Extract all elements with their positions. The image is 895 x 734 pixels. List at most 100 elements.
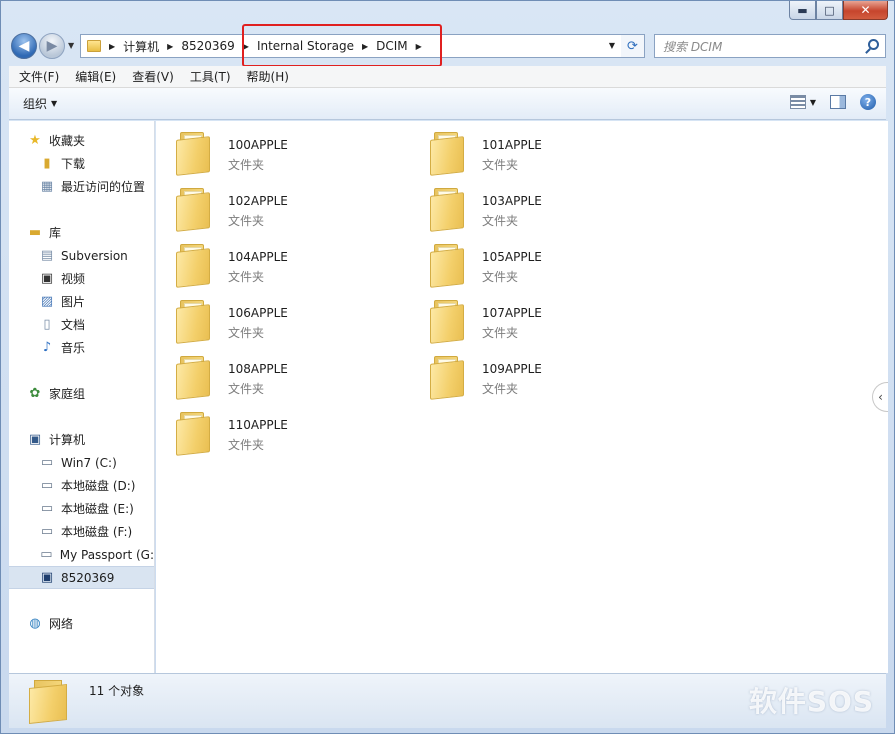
breadcrumb-computer[interactable]: 计算机 [123, 38, 159, 55]
nav-label: 本地磁盘 (D:) [61, 479, 136, 493]
chevron-left-icon[interactable]: ‹ [872, 382, 888, 412]
folder-name: 110APPLE [228, 418, 288, 432]
folder-name: 102APPLE [228, 194, 288, 208]
folder-item[interactable]: 106APPLE 文件夹 [156, 291, 396, 344]
folder-item[interactable]: 107APPLE 文件夹 [410, 291, 650, 344]
menu-file[interactable]: 文件(F) [11, 68, 67, 85]
breadcrumb-internal-storage[interactable]: Internal Storage [257, 39, 354, 53]
nav-network[interactable]: ◍ 网络 [27, 612, 154, 635]
caption-buttons: ▬ □ ✕ [789, 1, 888, 20]
minimize-button[interactable]: ▬ [789, 1, 816, 20]
network-icon: ◍ [29, 616, 41, 631]
nav-downloads[interactable]: ▮ 下载 [39, 152, 154, 175]
folder-icon [29, 680, 69, 724]
help-icon[interactable]: ? [860, 94, 876, 110]
nav-homegroup[interactable]: ✿ 家庭组 [27, 382, 154, 405]
nav-videos[interactable]: ▣ 视频 [39, 267, 154, 290]
folder-item[interactable]: 108APPLE 文件夹 [156, 347, 396, 400]
menu-view[interactable]: 查看(V) [124, 68, 182, 85]
folder-type: 文件夹 [482, 382, 519, 396]
nav-drive-c[interactable]: ▭ Win7 (C:) [39, 451, 154, 474]
search-box[interactable]: 搜索 DCIM [654, 34, 886, 58]
folder-name: 108APPLE [228, 362, 288, 376]
navigation-pane: ★ 收藏夹 ▮ 下载 ▦ 最近访问的位置 ▬ 库 ▤ Subversion ▣ 视频 ▨ 图片… [9, 121, 155, 673]
nav-label: 家庭组 [49, 387, 86, 401]
nav-label: Subversion [61, 248, 128, 263]
folder-name: 100APPLE [228, 138, 288, 152]
folder-type: 文件夹 [228, 270, 265, 284]
picture-icon: ▨ [40, 294, 54, 309]
folder-icon [176, 244, 210, 288]
folder-item[interactable]: 110APPLE 文件夹 [156, 403, 396, 456]
forward-button[interactable]: ▶ [39, 33, 65, 59]
folder-item[interactable]: 105APPLE 文件夹 [410, 235, 650, 288]
close-button[interactable]: ✕ [843, 1, 888, 20]
nav-libraries[interactable]: ▬ 库 [27, 221, 154, 244]
computer-icon: ▣ [28, 432, 42, 447]
breadcrumb-dcim[interactable]: DCIM [376, 39, 408, 53]
organize-button[interactable]: 组织 ▼ [23, 95, 57, 112]
change-view-icon[interactable] [789, 95, 806, 109]
folder-item[interactable]: 101APPLE 文件夹 [410, 123, 650, 176]
file-list: ‹ 100APPLE 文件夹 101APPLE 文件夹 102APPLE 文件夹 103AP… [156, 121, 888, 673]
folder-icon [176, 132, 210, 176]
menu-help[interactable]: 帮助(H) [239, 68, 297, 85]
nav-favorites[interactable]: ★ 收藏夹 [27, 129, 154, 152]
search-placeholder: 搜索 DCIM [663, 39, 723, 54]
folder-item[interactable]: 100APPLE 文件夹 [156, 123, 396, 176]
menu-tools[interactable]: 工具(T) [182, 68, 239, 85]
nav-documents[interactable]: ▯ 文档 [39, 313, 154, 336]
chevron-right-icon[interactable]: ▶ [362, 42, 368, 51]
nav-music[interactable]: ♪ 音乐 [39, 336, 154, 359]
chevron-right-icon[interactable]: ▶ [243, 42, 249, 51]
search-icon[interactable] [868, 39, 879, 50]
folder-type: 文件夹 [228, 214, 265, 228]
folder-item[interactable]: 102APPLE 文件夹 [156, 179, 396, 232]
menu-edit[interactable]: 编辑(E) [67, 68, 124, 85]
chevron-down-icon: ▼ [51, 99, 58, 108]
nav-label: 计算机 [49, 433, 86, 447]
folder-item[interactable]: 103APPLE 文件夹 [410, 179, 650, 232]
nav-drive-d[interactable]: ▭ 本地磁盘 (D:) [39, 474, 154, 497]
drive-icon: ▭ [40, 501, 54, 516]
address-dropdown-icon[interactable]: ▼ [609, 41, 615, 50]
drive-icon: ▭ [40, 547, 53, 562]
chevron-right-icon[interactable]: ▶ [416, 42, 422, 51]
recent-places-icon: ▦ [40, 179, 54, 194]
folder-icon [430, 132, 464, 176]
back-button[interactable]: ◀ [11, 33, 37, 59]
folder-icon [176, 356, 210, 400]
nav-drive-f[interactable]: ▭ 本地磁盘 (F:) [39, 520, 154, 543]
folder-type: 文件夹 [482, 214, 519, 228]
menu-bar: 文件(F) 编辑(E) 查看(V) 工具(T) 帮助(H) [9, 66, 886, 88]
nav-label: 网络 [49, 617, 74, 631]
preview-pane-icon[interactable] [830, 95, 846, 109]
view-options-dropdown-icon[interactable]: ▼ [810, 98, 816, 107]
chevron-right-icon[interactable]: ▶ [167, 42, 173, 51]
nav-recent-places[interactable]: ▦ 最近访问的位置 [39, 175, 154, 198]
recent-pages-dropdown-icon[interactable]: ▼ [68, 41, 74, 50]
navigation-bar: ◀ ▶ ▼ ▶ 计算机 ▶ 8520369 ▶ Internal Storage ▶ D… [9, 29, 886, 63]
nav-label: 图片 [61, 295, 86, 309]
library-icon: ▬ [28, 225, 42, 240]
breadcrumb-device[interactable]: 8520369 [181, 39, 234, 53]
folder-item[interactable]: 109APPLE 文件夹 [410, 347, 650, 400]
nav-pictures[interactable]: ▨ 图片 [39, 290, 154, 313]
chevron-right-icon[interactable]: ▶ [109, 42, 115, 51]
address-bar[interactable]: ▶ 计算机 ▶ 8520369 ▶ Internal Storage ▶ DCIM ▶ … [80, 34, 622, 58]
maximize-button[interactable]: □ [816, 1, 843, 20]
folder-icon [430, 356, 464, 400]
folder-type: 文件夹 [228, 382, 265, 396]
folder-item[interactable]: 104APPLE 文件夹 [156, 235, 396, 288]
folder-icon [430, 300, 464, 344]
refresh-button[interactable]: ⟳ [621, 34, 645, 58]
folder-name: 107APPLE [482, 306, 542, 320]
nav-label: Win7 (C:) [61, 455, 117, 470]
nav-drive-e[interactable]: ▭ 本地磁盘 (E:) [39, 497, 154, 520]
nav-device-selected[interactable]: ▣ 8520369 [9, 566, 154, 589]
nav-computer[interactable]: ▣ 计算机 [27, 428, 154, 451]
folder-name: 109APPLE [482, 362, 542, 376]
nav-drive-g[interactable]: ▭ My Passport (G: [39, 543, 154, 566]
document-icon: ▯ [43, 317, 51, 332]
nav-subversion[interactable]: ▤ Subversion [39, 244, 154, 267]
